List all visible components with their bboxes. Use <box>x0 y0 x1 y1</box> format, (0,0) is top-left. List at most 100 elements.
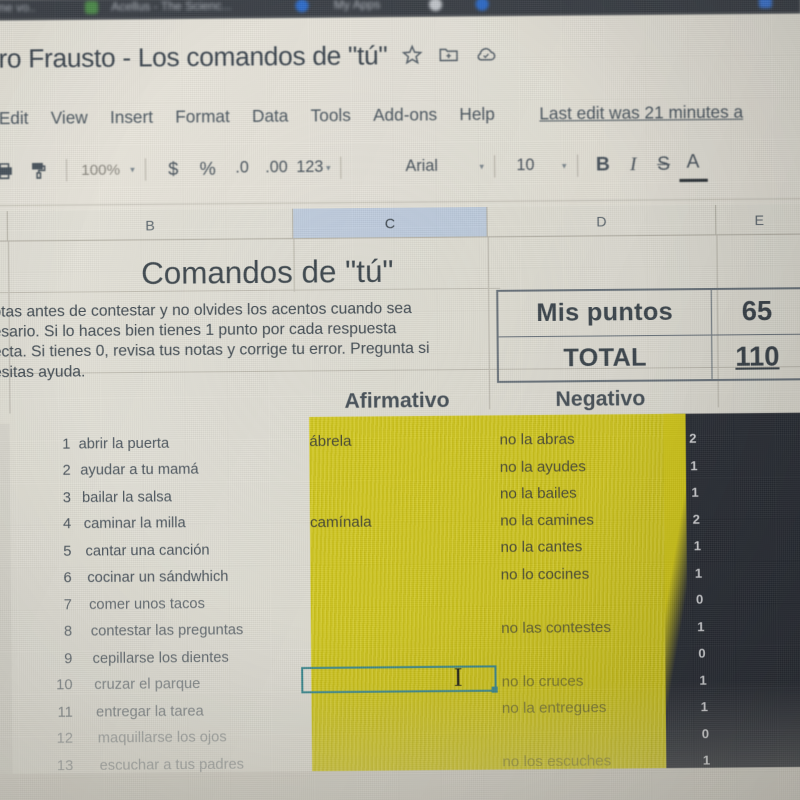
negativo-header: Negativo <box>555 386 646 411</box>
negativo-cell[interactable]: no la cantes <box>500 532 682 561</box>
more-formats-button[interactable]: 123 <box>293 151 326 186</box>
score-cell: 0 <box>701 725 710 741</box>
negativo-cell[interactable]: no la abras <box>499 425 681 454</box>
total-label: TOTAL <box>563 342 647 373</box>
column-headers[interactable]: B C D E <box>0 204 800 242</box>
document-title[interactable]: uro Frausto - Los comandos de "tú" <box>0 39 387 74</box>
negativo-cell[interactable]: no lo cocines <box>501 559 683 588</box>
row-number: 7 <box>63 596 72 613</box>
menu-item-edit[interactable]: Edit <box>0 109 29 129</box>
row-number: 12 <box>56 730 74 748</box>
table-row[interactable]: 6 cocinar un sándwhich <box>0 562 300 592</box>
table-row[interactable]: 3 bailar la salsa <box>0 482 300 512</box>
table-row[interactable]: 12 maquillarse los ojos <box>0 723 302 753</box>
column-header-d[interactable]: D <box>487 204 717 237</box>
row-number: 5 <box>63 543 72 560</box>
verb-phrase: abrir la puerta <box>78 434 170 452</box>
column-header-e[interactable]: E <box>716 204 800 235</box>
move-to-folder-icon[interactable] <box>438 43 460 65</box>
verb-phrase: bailar la salsa <box>81 488 172 506</box>
afirmativo-cell[interactable]: ábrela <box>301 427 494 456</box>
score-cell: 1 <box>691 484 699 500</box>
row-number: 4 <box>62 516 72 533</box>
percent-format-button[interactable]: % <box>190 152 225 187</box>
menu-item-help[interactable]: Help <box>459 105 495 126</box>
tab-favicon <box>475 0 489 11</box>
cloud-saved-icon[interactable] <box>474 43 498 65</box>
paint-format-icon[interactable] <box>21 153 56 188</box>
table-row[interactable]: 5 cantar una canción <box>0 535 300 565</box>
print-icon[interactable] <box>0 153 22 188</box>
points-summary-box: Mis puntos 65 TOTAL 110 <box>496 287 800 383</box>
last-edit-status[interactable]: Last edit was 21 minutes a <box>539 103 743 125</box>
row-number: 13 <box>56 757 74 774</box>
mis-puntos-value: 65 <box>710 289 800 335</box>
menu-bar[interactable]: Edit View Insert Format Data Tools Add-o… <box>0 97 743 134</box>
menu-item-view[interactable]: View <box>51 108 88 129</box>
score-cell: 1 <box>699 672 707 688</box>
browser-tab[interactable]: My Apps <box>334 0 381 12</box>
toolbar-divider <box>340 156 342 179</box>
negativo-cell[interactable]: no la ayudes <box>500 452 682 481</box>
row-number: 2 <box>62 462 71 479</box>
bold-button[interactable]: B <box>588 148 619 183</box>
selected-cell-outline[interactable] <box>301 665 498 694</box>
strikethrough-button[interactable]: S <box>648 148 679 183</box>
font-family-select[interactable]: Arial <box>352 149 474 184</box>
font-size-chevron-down-icon[interactable]: ▾ <box>562 149 567 183</box>
italic-button[interactable]: I <box>618 148 649 183</box>
verb-phrase: caminar la milla <box>83 515 186 533</box>
score-cell: 1 <box>690 457 698 473</box>
tab-favicon <box>84 0 99 15</box>
title-row: uro Frausto - Los comandos de "tú" <box>0 30 794 80</box>
menu-item-addons[interactable]: Add-ons <box>373 105 437 126</box>
increase-decimal-button[interactable]: .00 <box>259 151 294 186</box>
table-row[interactable]: 9 cepillarse los dientes <box>0 643 301 673</box>
menu-item-tools[interactable]: Tools <box>311 106 351 127</box>
font-family-chevron-down-icon[interactable]: ▾ <box>479 149 484 183</box>
score-cell: 2 <box>689 430 697 447</box>
table-row[interactable]: 1 abrir la puerta <box>0 428 299 458</box>
menu-item-insert[interactable]: Insert <box>110 108 153 129</box>
row-number: 1 <box>62 435 71 453</box>
table-row[interactable]: 11 entregar la tarea <box>0 696 302 726</box>
afirmativo-cell[interactable]: camínala <box>302 507 495 536</box>
browser-tab[interactable]: Acellus - The Scienc... <box>111 0 232 14</box>
verb-phrase: cantar una canción <box>85 541 210 560</box>
negativo-cell[interactable]: no la bailes <box>500 479 682 508</box>
negativo-cell[interactable]: no la entregues <box>502 693 684 722</box>
negativo-cell[interactable]: no las contestes <box>501 613 683 642</box>
table-row[interactable]: 2 ayudar a tu mamá <box>0 455 300 485</box>
row-number: 9 <box>64 650 73 667</box>
star-icon[interactable] <box>401 44 423 66</box>
font-size-input[interactable]: 10 <box>505 149 546 184</box>
spreadsheet-grid[interactable]: B C D E Comandos de "tú" otas antes de c… <box>0 204 800 800</box>
column-header-b[interactable]: B <box>7 208 294 241</box>
verb-phrase: maquillarse los ojos <box>97 729 227 747</box>
format-toolbar[interactable]: 100% ▾ $ % .0 .00 123 ▾ Arial ▾ 10 ▾ B I… <box>0 143 800 191</box>
table-row[interactable]: 7 comer unos tacos <box>0 589 301 619</box>
selection-fill-handle[interactable] <box>491 686 498 693</box>
table-row[interactable]: 8 contestar las preguntas <box>0 616 301 646</box>
browser-tab[interactable]: me vo.. <box>0 0 36 15</box>
zoom-level-value[interactable]: 100% <box>77 152 124 187</box>
menu-item-data[interactable]: Data <box>252 106 289 127</box>
score-cell: 1 <box>700 698 708 715</box>
decrease-decimal-button[interactable]: .0 <box>225 151 260 186</box>
negativo-cell[interactable]: no lo cruces <box>502 666 684 695</box>
negativo-cell[interactable]: no la camines <box>500 505 682 534</box>
currency-format-button[interactable]: $ <box>156 152 191 187</box>
zoom-chevron-down-icon[interactable]: ▾ <box>130 152 135 186</box>
column-header-c[interactable]: C <box>293 206 488 238</box>
toolbar-divider <box>493 155 496 178</box>
row-number: 3 <box>62 489 71 506</box>
table-row[interactable]: 10 cruzar el parque <box>0 670 301 700</box>
verb-phrase: contestar las preguntas <box>90 621 244 640</box>
formats-chevron-down-icon[interactable]: ▾ <box>326 151 331 185</box>
toolbar-divider <box>576 154 578 177</box>
text-color-button[interactable]: A <box>678 147 708 183</box>
menu-item-format[interactable]: Format <box>175 107 230 128</box>
table-row[interactable]: 4 caminar la milla <box>0 509 300 539</box>
row-number: 10 <box>56 677 73 694</box>
verb-phrase: cocinar un sándwhich <box>87 568 229 586</box>
